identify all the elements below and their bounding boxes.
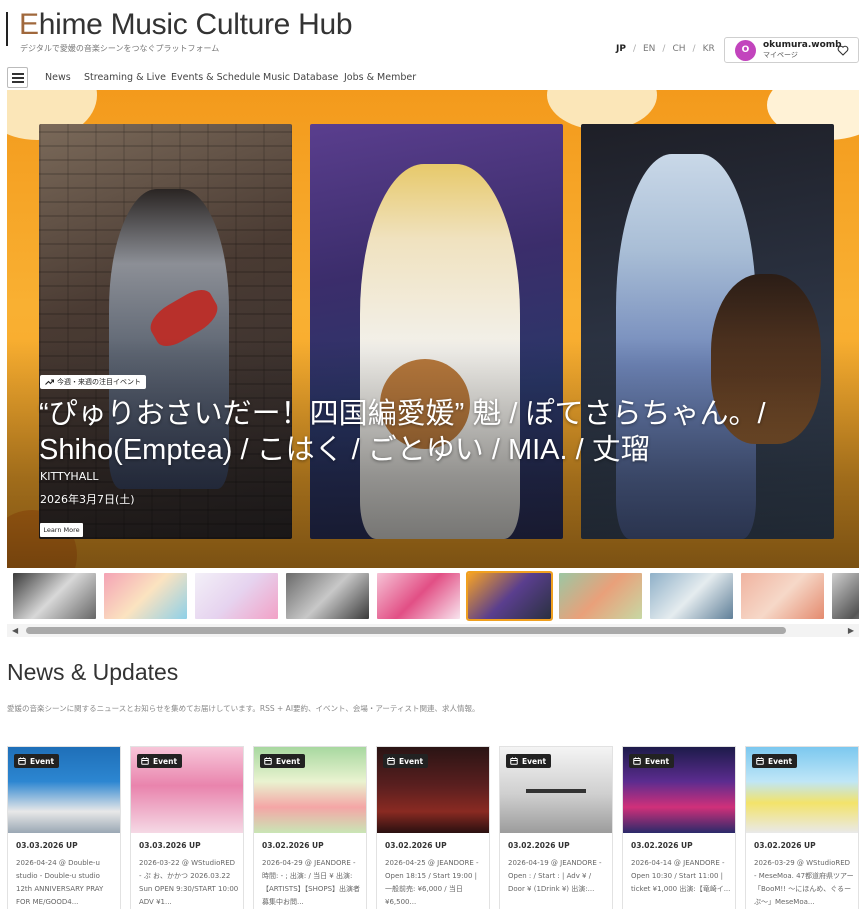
news-card-date: 03.02.2026 UP — [385, 841, 447, 850]
news-card[interactable]: Event 03.02.2026 UP 2026-04-19 @ JEANDOR… — [499, 746, 613, 909]
news-card-summary: 2026-04-25 @ JEANDORE - Open 18:15 / Sta… — [385, 859, 479, 906]
lang-kr[interactable]: KR — [699, 44, 719, 54]
news-card-date: 03.02.2026 UP — [754, 841, 816, 850]
news-card[interactable]: Event 03.02.2026 UP 2026-04-14 @ JEANDOR… — [622, 746, 736, 909]
news-card-summary: 2026-04-14 @ JEANDORE - Open 10:30 / Sta… — [631, 859, 731, 893]
hero-event-date: 2026年3月7日(土) — [40, 493, 135, 506]
event-badge: Event — [14, 754, 60, 768]
news-card-summary: 2026-04-19 @ JEANDORE - Open : / Start :… — [508, 859, 602, 893]
carousel-thumbnail[interactable] — [832, 573, 859, 619]
mypage-link[interactable]: マイページ — [763, 50, 842, 60]
event-badge: Event — [629, 754, 675, 768]
event-badge-label: Event — [153, 756, 178, 766]
event-badge-label: Event — [399, 756, 424, 766]
scroll-right-icon[interactable]: ▶ — [848, 626, 854, 635]
logo-rest: hime Music Culture Hub — [38, 8, 353, 41]
event-badge: Event — [383, 754, 429, 768]
hero-carousel[interactable]: 今週・来週の注目イベント “ぴゅりおさいだー！四国編愛媛” 魁 / ぽてさらちゃ… — [7, 90, 859, 568]
news-card-summary: 2026-03-29 @ WStudioRED - MeseMoa. 47都道府… — [754, 859, 854, 906]
carousel-thumbnail[interactable] — [650, 573, 733, 619]
lang-separator: / — [632, 44, 636, 54]
event-badge: Event — [137, 754, 183, 768]
featured-event-tag-label: 今週・来週の注目イベント — [57, 378, 141, 386]
news-card-date: 03.02.2026 UP — [508, 841, 570, 850]
news-card-date: 03.02.2026 UP — [262, 841, 324, 850]
nav-jobs-member[interactable]: Jobs & Member — [344, 72, 416, 83]
thumbnail-scrollbar[interactable]: ◀ ▶ — [7, 624, 859, 637]
trending-up-icon — [45, 379, 54, 385]
site-tagline: デジタルで愛媛の音楽シーンをつなぐプラットフォーム — [20, 44, 220, 53]
nav-music-database[interactable]: Music Database — [263, 72, 338, 83]
calendar-icon — [18, 757, 26, 765]
scrollbar-thumb[interactable] — [26, 627, 786, 634]
news-card[interactable]: Event 03.02.2026 UP 2026-04-29 @ JEANDOR… — [253, 746, 367, 909]
event-badge-label: Event — [276, 756, 301, 766]
lang-jp[interactable]: JP — [612, 44, 630, 54]
news-card-date: 03.03.2026 UP — [139, 841, 201, 850]
site-header: Ehime Music Culture Hub デジタルで愛媛の音楽シーンをつな… — [0, 0, 865, 64]
news-section-description: 愛媛の音楽シーンに関するニュースとお知らせを集めてお届けしています。RSS + … — [7, 704, 480, 713]
carousel-thumbnail[interactable] — [104, 573, 187, 619]
carousel-thumbnails — [7, 569, 859, 624]
user-menu-button[interactable]: O okumura.womb マイページ — [724, 37, 859, 63]
hamburger-menu-button[interactable] — [7, 67, 28, 88]
event-badge-label: Event — [522, 756, 547, 766]
user-info: okumura.womb マイページ — [763, 40, 842, 60]
news-card[interactable]: Event 03.02.2026 UP 2026-03-29 @ WStudio… — [745, 746, 859, 909]
featured-event-tag: 今週・来週の注目イベント — [40, 375, 146, 389]
calendar-icon — [756, 757, 764, 765]
main-nav: News Streaming & Live Events & Schedule … — [0, 66, 865, 90]
news-card-summary: 2026-04-24 @ Double-u studio - Double-u … — [16, 859, 104, 906]
carousel-thumbnail[interactable] — [377, 573, 460, 619]
nav-news[interactable]: News — [45, 72, 71, 83]
lang-separator: / — [662, 44, 666, 54]
hero-event-venue: KITTYHALL — [40, 470, 99, 483]
calendar-icon — [387, 757, 395, 765]
hero-event-title[interactable]: “ぴゅりおさいだー！四国編愛媛” 魁 / ぽてさらちゃん。/ Shiho(Emp… — [39, 396, 829, 468]
learn-more-button[interactable]: Learn More — [40, 523, 83, 537]
calendar-icon — [141, 757, 149, 765]
event-badge: Event — [506, 754, 552, 768]
lang-en[interactable]: EN — [639, 44, 659, 54]
news-card[interactable]: Event 03.03.2026 UP 2026-03-22 @ WStudio… — [130, 746, 244, 909]
carousel-thumbnail[interactable] — [13, 573, 96, 619]
calendar-icon — [510, 757, 518, 765]
calendar-icon — [264, 757, 272, 765]
carousel-thumbnail[interactable] — [286, 573, 369, 619]
scroll-left-icon[interactable]: ◀ — [12, 626, 18, 635]
news-card[interactable]: Event 03.02.2026 UP 2026-04-25 @ JEANDOR… — [376, 746, 490, 909]
news-card-summary: 2026-03-22 @ WStudioRED - ぷ お、かかつ 2026.0… — [139, 859, 239, 906]
user-name: okumura.womb — [763, 40, 842, 50]
carousel-thumbnail[interactable] — [559, 573, 642, 619]
nav-events-schedule[interactable]: Events & Schedule — [171, 72, 260, 83]
event-badge: Event — [260, 754, 306, 768]
news-section-title: News & Updates — [7, 659, 179, 685]
event-badge-label: Event — [645, 756, 670, 766]
heart-icon[interactable] — [837, 45, 849, 56]
event-badge-label: Event — [768, 756, 793, 766]
logo-first-letter: E — [19, 8, 39, 41]
carousel-thumbnail[interactable] — [741, 573, 824, 619]
language-switcher: JP / EN / CH / KR — [612, 44, 719, 54]
brand-accent-bar — [6, 12, 8, 46]
nav-streaming-live[interactable]: Streaming & Live — [84, 72, 166, 83]
event-badge: Event — [752, 754, 798, 768]
calendar-icon — [633, 757, 641, 765]
news-card-summary: 2026-04-29 @ JEANDORE - 時間: - ; 出演: / 当日… — [262, 859, 361, 906]
news-card-date: 03.02.2026 UP — [631, 841, 693, 850]
lang-separator: / — [692, 44, 696, 54]
menu-icon — [11, 72, 24, 83]
jeandore-logo-mark — [526, 789, 586, 793]
avatar: O — [735, 39, 756, 61]
event-badge-label: Event — [30, 756, 55, 766]
news-card[interactable]: Event 03.03.2026 UP 2026-04-24 @ Double-… — [7, 746, 121, 909]
carousel-thumbnail-active[interactable] — [466, 571, 553, 621]
news-card-date: 03.03.2026 UP — [16, 841, 78, 850]
lang-ch[interactable]: CH — [668, 44, 689, 54]
site-logo[interactable]: Ehime Music Culture Hub — [19, 8, 353, 42]
carousel-thumbnail[interactable] — [195, 573, 278, 619]
